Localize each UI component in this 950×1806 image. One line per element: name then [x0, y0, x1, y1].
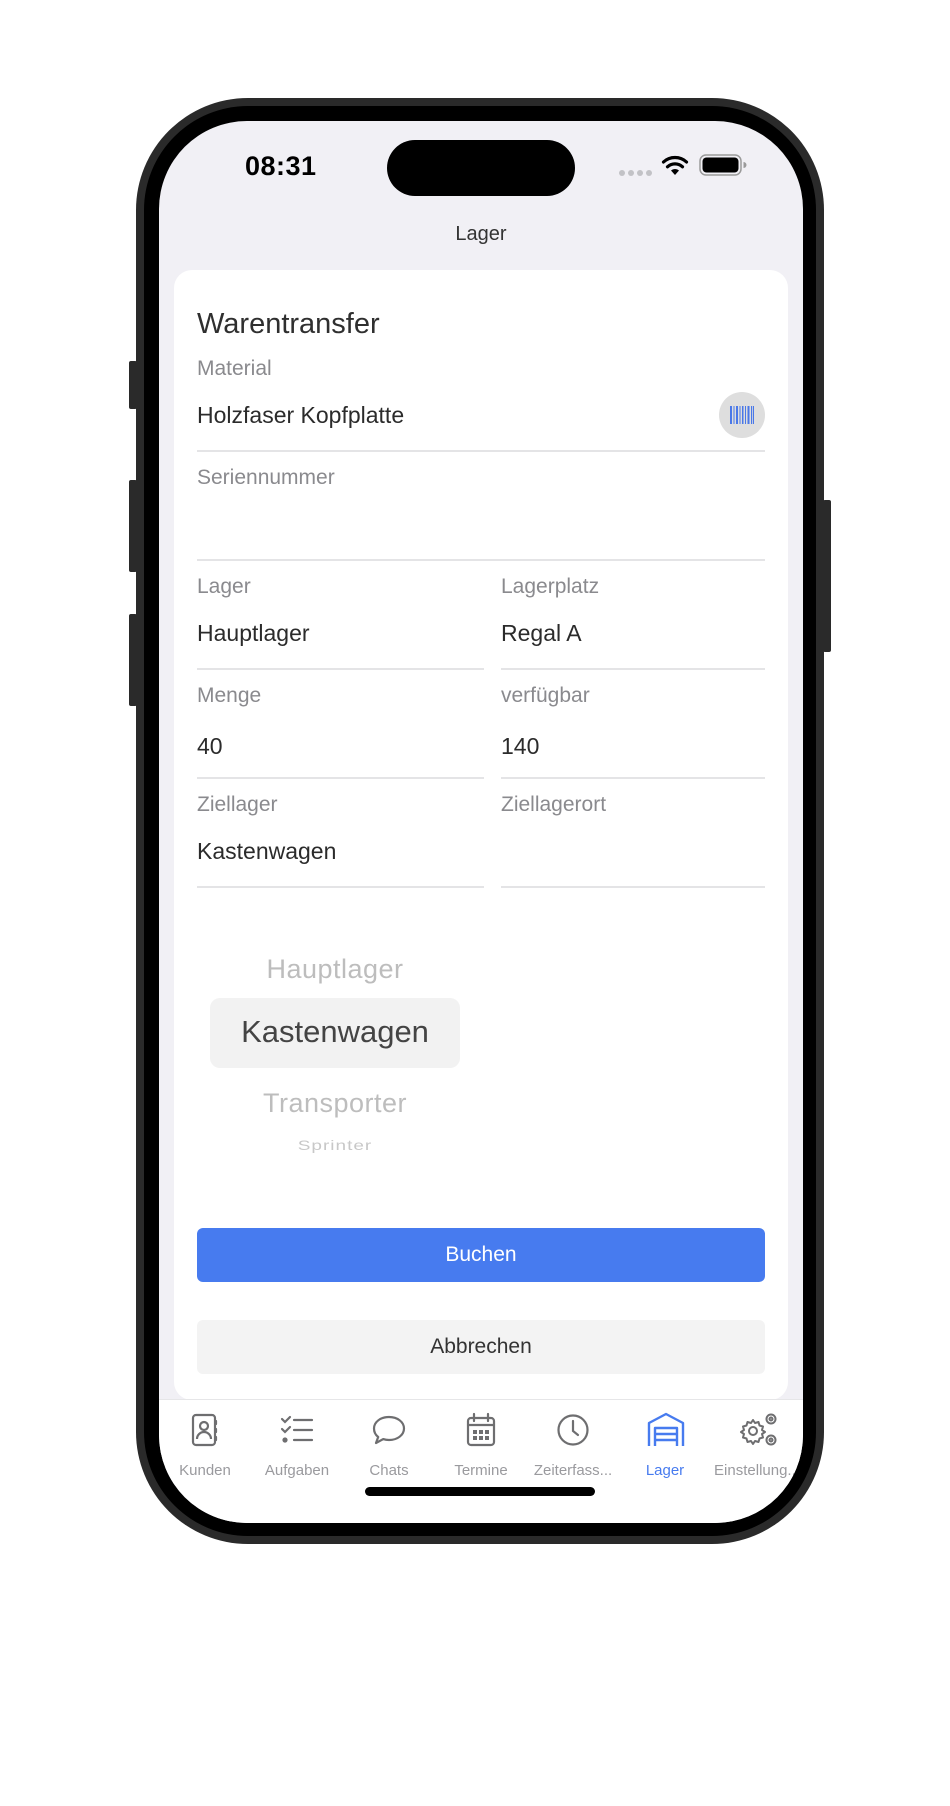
calendar-icon — [466, 1412, 496, 1447]
home-indicator[interactable] — [365, 1487, 595, 1496]
tab-zeiterfassung[interactable]: Zeiterfass... — [527, 1400, 619, 1490]
material-value[interactable]: Holzfaser Kopfplatte — [197, 402, 404, 429]
tab-label: Einstellung... — [714, 1462, 800, 1479]
form-title: Warentransfer — [197, 308, 380, 340]
battery-icon — [699, 154, 747, 176]
checklist-icon — [280, 1415, 314, 1443]
tab-termine[interactable]: Termine — [435, 1400, 527, 1490]
wifi-icon — [661, 155, 689, 175]
menge-label: Menge — [197, 684, 262, 707]
cellular-signal-icon — [619, 170, 652, 176]
tab-aufgaben[interactable]: Aufgaben — [251, 1400, 343, 1490]
book-button[interactable]: Buchen — [197, 1228, 765, 1282]
ziellagerort-field[interactable]: Ziellagerort — [501, 793, 765, 888]
gears-icon — [740, 1413, 777, 1446]
material-label: Material — [197, 357, 272, 380]
lager-value[interactable]: Hauptlager — [197, 620, 310, 647]
clock-icon — [557, 1414, 589, 1446]
lagerplatz-field[interactable]: Lagerplatz Regal A — [501, 575, 765, 670]
tab-label: Termine — [454, 1462, 508, 1479]
picker-option[interactable]: Hauptlager — [210, 954, 460, 985]
lager-label: Lager — [197, 575, 251, 598]
menge-value[interactable]: 40 — [197, 733, 223, 760]
lager-field[interactable]: Lager Hauptlager — [197, 575, 484, 670]
cancel-button[interactable]: Abbrechen — [197, 1320, 765, 1374]
barcode-icon — [730, 406, 754, 424]
dynamic-island — [387, 140, 575, 196]
tab-label: Lager — [645, 1462, 685, 1479]
warehouse-icon — [647, 1412, 685, 1446]
nav-title: Lager — [455, 223, 507, 245]
status-time: 08:31 — [245, 151, 317, 181]
lagerplatz-value[interactable]: Regal A — [501, 620, 582, 647]
barcode-scan-button[interactable] — [719, 392, 765, 438]
tab-einstellungen[interactable]: Einstellung... — [711, 1400, 803, 1490]
material-field[interactable]: Material Holzfaser Kopfplatte — [197, 357, 765, 452]
tab-label: Kunden — [179, 1462, 231, 1479]
tab-label: Zeiterfass... — [533, 1462, 613, 1479]
tab-lager[interactable]: Lager — [619, 1400, 711, 1490]
contacts-book-icon — [191, 1413, 218, 1447]
picker-option[interactable]: Sprinter — [210, 1138, 460, 1155]
tab-bar: Kunden Aufgaben Chats Termine Zeiterfass… — [159, 1399, 803, 1523]
tab-chats[interactable]: Chats — [343, 1400, 435, 1490]
transfer-card: Warentransfer Material Holzfaser Kopfpla… — [174, 270, 788, 1400]
picker-option-selected[interactable]: Kastenwagen — [210, 1014, 460, 1050]
verfuegbar-field: verfügbar 140 — [501, 684, 765, 779]
verfuegbar-value: 140 — [501, 733, 540, 759]
serial-field[interactable]: Seriennummer — [197, 466, 765, 561]
tab-kunden[interactable]: Kunden — [159, 1400, 251, 1490]
tab-label: Aufgaben — [264, 1462, 330, 1479]
picker-option[interactable]: Transporter — [210, 1088, 460, 1119]
ziellager-field[interactable]: Ziellager Kastenwagen — [197, 793, 484, 888]
verfuegbar-label: verfügbar — [501, 684, 590, 707]
serial-label: Seriennummer — [197, 466, 335, 489]
lagerplatz-label: Lagerplatz — [501, 575, 600, 598]
screen: 08:31 Lager Warentransfer Material Holzf… — [159, 121, 803, 1523]
menge-field[interactable]: Menge 40 — [197, 684, 484, 779]
ziellager-picker[interactable]: Hauptlager Kastenwagen Transporter Sprin… — [210, 920, 460, 1170]
power-button — [823, 500, 831, 652]
ziellager-value[interactable]: Kastenwagen — [197, 838, 336, 865]
ziellagerort-label: Ziellagerort — [501, 793, 607, 816]
tab-label: Chats — [369, 1462, 409, 1479]
chat-bubble-icon — [372, 1415, 406, 1445]
ziellager-label: Ziellager — [197, 793, 278, 816]
